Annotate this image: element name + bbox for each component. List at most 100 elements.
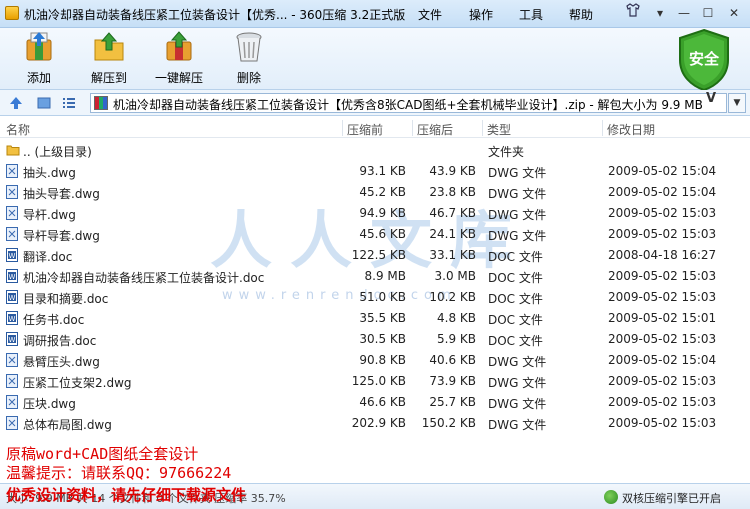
table-row[interactable]: 抽头导套.dwg 45.2 KB 23.8 KB DWG 文件 2009-05-02 1… (0, 182, 750, 203)
table-row[interactable]: W 调研报告.doc 30.5 KB 5.9 KB DOC 文件 2009-05-02 1… (0, 329, 750, 350)
file-name: 抽头.dwg (23, 166, 76, 180)
svg-text:W: W (9, 336, 16, 344)
doc-file-icon: W (6, 248, 18, 262)
close-icon[interactable]: ✕ (722, 3, 746, 23)
file-date: 2009-05-02 15:03 (608, 227, 717, 241)
dwg-file-icon (6, 185, 18, 199)
file-original-size: 40.6 KB (429, 353, 476, 367)
one-click-extract-button[interactable]: 一键解压 (144, 30, 214, 86)
engine-status-text: 双核压缩引擎已开启 (622, 492, 721, 505)
svg-text:W: W (9, 315, 16, 323)
up-arrow-icon[interactable] (8, 95, 24, 111)
file-date: 2009-05-02 15:03 (608, 269, 717, 283)
table-row[interactable]: W 翻译.doc 122.5 KB 33.1 KB DOC 文件 2008-04-18 1… (0, 245, 750, 266)
file-compressed-size: 30.5 KB (359, 332, 406, 346)
dwg-file-icon (6, 206, 18, 220)
table-row[interactable]: 总体布局图.dwg 202.9 KB 150.2 KB DWG 文件 2009-05-0… (0, 413, 750, 434)
table-row[interactable]: 悬臂压头.dwg 90.8 KB 40.6 KB DWG 文件 2009-05-02 1… (0, 350, 750, 371)
table-row[interactable]: W 任务书.doc 35.5 KB 4.8 KB DOC 文件 2009-05-02 15… (0, 308, 750, 329)
file-type: DWG 文件 (488, 355, 547, 369)
file-original-size: 4.8 KB (437, 311, 476, 325)
table-row[interactable]: 抽头.dwg 93.1 KB 43.9 KB DWG 文件 2009-05-02 15:… (0, 161, 750, 182)
overlay-note-3: 优秀设计资料，请先仔细下载源文件 (6, 486, 247, 504)
doc-file-icon: W (6, 332, 18, 346)
file-name: 悬臂压头.dwg (23, 355, 100, 369)
file-type: DWG 文件 (488, 208, 547, 222)
file-compressed-size: 46.6 KB (359, 395, 406, 409)
file-compressed-size: 94.9 KB (359, 206, 406, 220)
file-name: 总体布局图.dwg (23, 418, 112, 432)
overlay-note-1: 原稿word+CAD图纸全套设计 (6, 445, 199, 463)
minimize-icon[interactable]: — (672, 3, 696, 23)
column-divider[interactable] (482, 120, 483, 136)
column-divider[interactable] (342, 120, 343, 136)
file-original-size: 33.1 KB (429, 248, 476, 262)
table-row[interactable]: .. (上级目录) 文件夹 (0, 140, 750, 161)
extract-folder-icon (92, 30, 126, 64)
file-compressed-size: 122.5 KB (351, 248, 406, 262)
extract-to-label: 解压到 (90, 71, 127, 85)
doc-file-icon: W (6, 290, 18, 304)
table-row[interactable]: 导杆.dwg 94.9 KB 46.7 KB DWG 文件 2009-05-02 15:… (0, 203, 750, 224)
maximize-icon[interactable]: ☐ (696, 3, 720, 23)
file-type: DWG 文件 (488, 376, 547, 390)
view-large-icon[interactable] (36, 95, 52, 111)
file-name: 任务书.doc (23, 313, 85, 327)
window-title: 机油冷却器自动装备线压紧工位装备设计【优秀... - 360压缩 3.2正式版 (24, 8, 406, 22)
column-modified[interactable]: 修改日期 (607, 121, 655, 138)
one-click-extract-icon (162, 30, 196, 64)
address-v-mark: V (706, 91, 717, 106)
title-bar: 机油冷却器自动装备线压紧工位装备设计【优秀... - 360压缩 3.2正式版 … (0, 0, 750, 28)
add-button[interactable]: 添加 (4, 30, 74, 86)
zip-archive-icon (94, 96, 108, 110)
address-dropdown-icon[interactable]: ▼ (728, 93, 746, 113)
table-row[interactable]: W 目录和摘要.doc 51.0 KB 10.2 KB DOC 文件 2009-05-02… (0, 287, 750, 308)
table-row[interactable]: 压块.dwg 46.6 KB 25.7 KB DWG 文件 2009-05-02 15:… (0, 392, 750, 413)
file-original-size: 23.8 KB (429, 185, 476, 199)
view-list-icon[interactable] (61, 95, 77, 111)
menu-file[interactable]: 文件 (418, 6, 442, 23)
menu-help[interactable]: 帮助 (569, 6, 593, 23)
column-compressed[interactable]: 压缩前 (347, 121, 383, 138)
menu-action[interactable]: 操作 (469, 6, 493, 23)
file-type: 文件夹 (488, 145, 525, 159)
dwg-file-icon (6, 374, 18, 388)
file-date: 2009-05-02 15:03 (608, 395, 717, 409)
file-original-size: 24.1 KB (429, 227, 476, 241)
trash-icon (232, 30, 266, 64)
column-original[interactable]: 压缩后 (417, 121, 453, 138)
table-row[interactable]: 导杆导套.dwg 45.6 KB 24.1 KB DWG 文件 2009-05-02 1… (0, 224, 750, 245)
extract-to-button[interactable]: 解压到 (74, 30, 144, 86)
column-divider[interactable] (412, 120, 413, 136)
address-field[interactable]: 机油冷却器自动装备线压紧工位装备设计【优秀含8张CAD图纸+全套机械毕业设计】.… (90, 93, 727, 113)
toolbar: 添加 解压到 一键解压 删除 (0, 28, 750, 90)
file-name: 导杆导套.dwg (23, 229, 100, 243)
file-date: 2009-05-02 15:03 (608, 206, 717, 220)
folder-icon (6, 143, 20, 157)
file-original-size: 150.2 KB (421, 416, 476, 430)
engine-status-icon (604, 490, 618, 504)
file-name: 调研报告.doc (23, 334, 97, 348)
file-type: DOC 文件 (488, 313, 543, 327)
file-name: 压块.dwg (23, 397, 76, 411)
column-name[interactable]: 名称 (6, 121, 30, 138)
file-compressed-size: 45.2 KB (359, 185, 406, 199)
column-divider[interactable] (602, 120, 603, 136)
dwg-file-icon (6, 164, 18, 178)
file-date: 2009-05-02 15:03 (608, 374, 717, 388)
file-name: 抽头导套.dwg (23, 187, 100, 201)
address-path: 机油冷却器自动装备线压紧工位装备设计【优秀含8张CAD图纸+全套机械毕业设计】.… (113, 98, 703, 112)
skin-icon[interactable] (621, 3, 645, 23)
delete-button[interactable]: 删除 (214, 30, 284, 86)
menu-tools[interactable]: 工具 (519, 6, 543, 23)
menu-dropdown-icon[interactable]: ▾ (648, 3, 672, 23)
add-icon (22, 30, 56, 64)
security-shield-badge[interactable]: 安全 (676, 28, 732, 92)
file-date: 2009-05-02 15:03 (608, 332, 717, 346)
table-row[interactable]: W 机油冷却器自动装备线压紧工位装备设计.doc 8.9 MB 3.0 MB DOC 文… (0, 266, 750, 287)
file-original-size: 73.9 KB (429, 374, 476, 388)
table-row[interactable]: 压紧工位支架2.dwg 125.0 KB 73.9 KB DWG 文件 2009-05-… (0, 371, 750, 392)
column-type[interactable]: 类型 (487, 121, 511, 138)
file-type: DOC 文件 (488, 250, 543, 264)
file-type: DOC 文件 (488, 334, 543, 348)
